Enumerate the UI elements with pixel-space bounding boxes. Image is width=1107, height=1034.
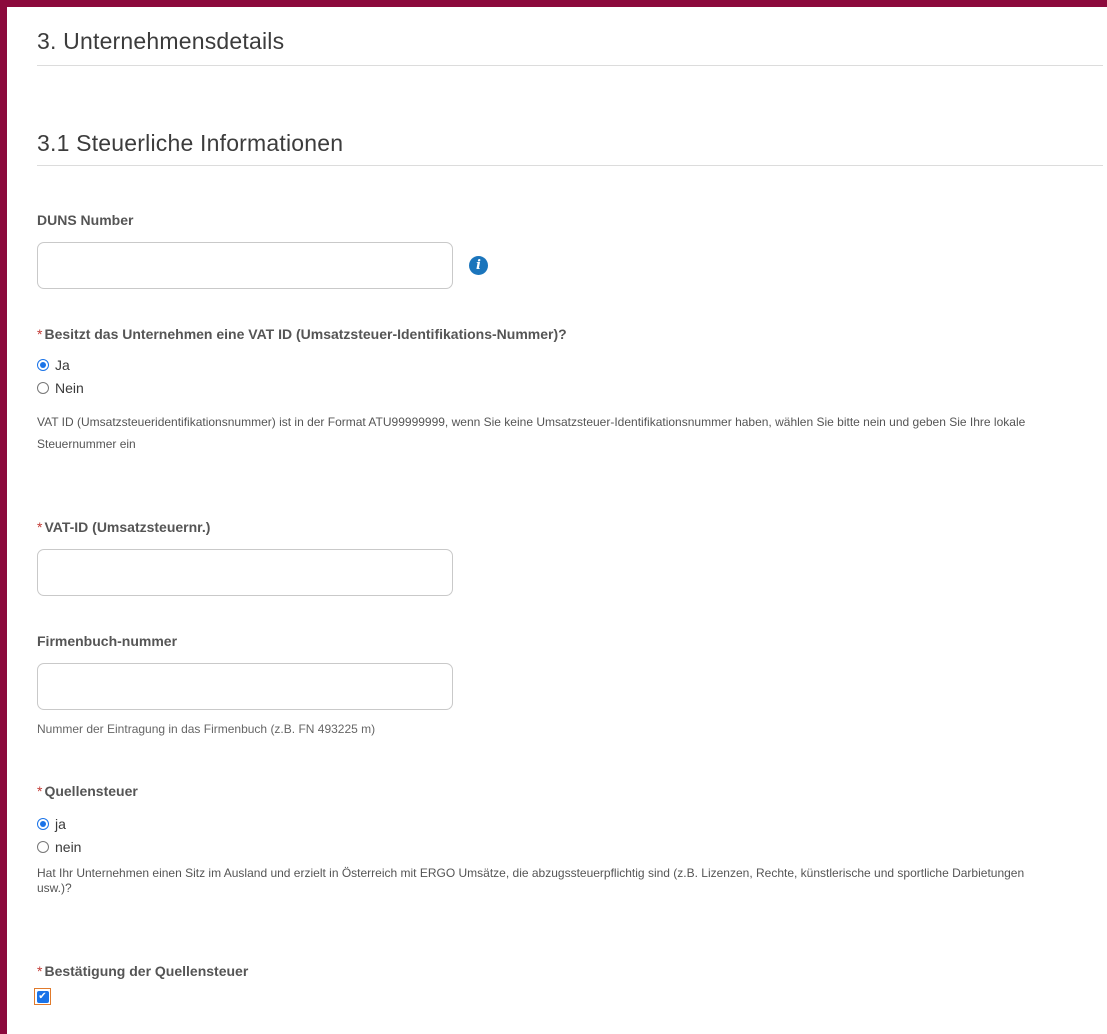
- firmenbuch-help-text: Nummer der Eintragung in das Firmenbuch …: [37, 722, 376, 736]
- firmenbuch-label: Firmenbuch-nummer: [37, 633, 178, 649]
- duns-input[interactable]: [37, 242, 453, 289]
- bestaetigung-label: * Bestätigung der Quellensteuer: [37, 963, 248, 979]
- section-divider: [37, 65, 1103, 66]
- quellensteuer-label: * Quellensteuer: [37, 783, 138, 799]
- info-icon[interactable]: i: [469, 256, 488, 275]
- required-marker: *: [37, 326, 43, 342]
- radio-option-ja-quellensteuer[interactable]: ja: [37, 815, 66, 833]
- quellensteuer-help-text: Hat Ihr Unternehmen einen Sitz im Auslan…: [37, 866, 1025, 895]
- radio-label-ja-quellensteuer: ja: [55, 816, 66, 832]
- radio-option-ja[interactable]: Ja: [37, 356, 70, 374]
- radio-option-nein-quellensteuer[interactable]: nein: [37, 838, 81, 856]
- radio-button-ja-quellensteuer[interactable]: [37, 818, 49, 830]
- vat-question-text: Besitzt das Unternehmen eine VAT ID (Ums…: [44, 326, 567, 342]
- radio-label-nein-quellensteuer: nein: [55, 839, 82, 855]
- radio-button-ja[interactable]: [37, 359, 49, 371]
- quellensteuer-text: Quellensteuer: [44, 783, 138, 799]
- radio-label-ja: Ja: [55, 357, 70, 373]
- duns-label: DUNS Number: [37, 212, 134, 228]
- radio-button-nein[interactable]: [37, 382, 49, 394]
- required-marker: *: [37, 519, 43, 535]
- vat-id-input[interactable]: [37, 549, 453, 596]
- vat-id-label: * VAT-ID (Umsatzsteuernr.): [37, 519, 210, 535]
- section-title: 3. Unternehmensdetails: [37, 28, 285, 54]
- subsection-divider: [37, 165, 1103, 166]
- required-marker: *: [37, 963, 43, 979]
- vat-question-label: * Besitzt das Unternehmen eine VAT ID (Um…: [37, 326, 567, 342]
- radio-label-nein: Nein: [55, 380, 84, 396]
- radio-button-nein-quellensteuer[interactable]: [37, 841, 49, 853]
- vat-help-text: VAT ID (Umsatzsteueridentifikationsnumme…: [37, 415, 1026, 451]
- bestaetigung-text: Bestätigung der Quellensteuer: [44, 963, 249, 979]
- vat-id-text: VAT-ID (Umsatzsteuernr.): [44, 519, 211, 535]
- required-marker: *: [37, 783, 43, 799]
- window-frame-top: [0, 0, 1107, 7]
- firmenbuch-input[interactable]: [37, 663, 453, 710]
- bestaetigung-checkbox-focus[interactable]: ✔: [34, 988, 51, 1005]
- radio-option-nein[interactable]: Nein: [37, 379, 84, 397]
- bestaetigung-checkbox[interactable]: ✔: [36, 990, 49, 1003]
- window-frame-left: [0, 0, 7, 1034]
- subsection-title: 3.1 Steuerliche Informationen: [37, 130, 344, 156]
